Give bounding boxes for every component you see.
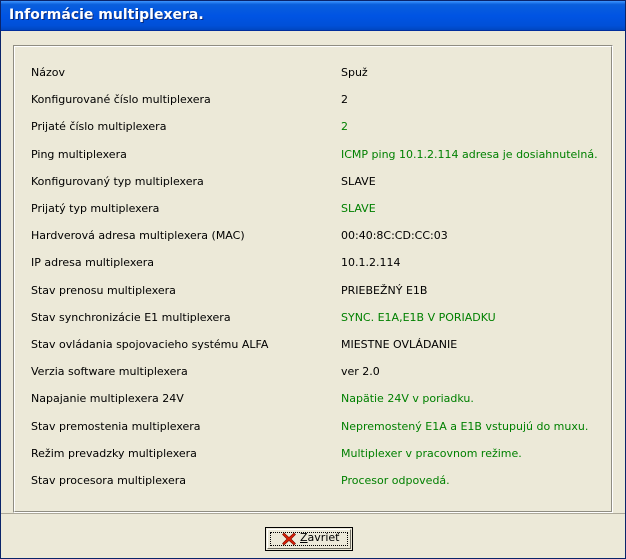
- info-row-label: Prijaté číslo multiplexera: [31, 120, 167, 134]
- info-row-value: Procesor odpovedá.: [341, 474, 450, 487]
- info-row: Ping multiplexera ICMP ping 10.1.2.114 ad…: [31, 145, 611, 165]
- info-row-value: SLAVE: [341, 174, 376, 188]
- info-row-label: Stav procesora multiplexera: [31, 474, 186, 487]
- info-row-value: 00:40:8C:CD:CC:03: [341, 229, 448, 243]
- info-row-value: Spuž: [341, 66, 368, 79]
- info-row-value: MIESTNE OVLÁDANIE: [341, 338, 458, 351]
- close-button-label: Zavrieť: [300, 531, 340, 544]
- info-row-value: SLAVE: [341, 202, 376, 215]
- info-row-value: 2: [341, 120, 348, 134]
- info-row-value: Nepremostený E1A a E1B vstupujú do muxu.: [341, 419, 589, 433]
- info-row-value: Napätie 24V v poriadku.: [341, 392, 474, 406]
- info-row-label: Stav synchronizácie E1 multiplexera: [31, 310, 231, 324]
- close-button[interactable]: Zavrieť: [265, 527, 353, 551]
- info-row: Režim prevadzky multiplexera Multiplexer …: [31, 444, 611, 464]
- info-row-label: Stav ovládania spojovacieho systému ALFA: [31, 338, 269, 351]
- info-row-label: Režim prevadzky multiplexera: [31, 446, 197, 460]
- info-row-value: ver 2.0: [341, 365, 380, 379]
- footer-divider: [1, 513, 625, 514]
- info-row-label: Konfigurované číslo multiplexera: [31, 93, 211, 107]
- info-row-label: Stav prenosu multiplexera: [31, 283, 176, 297]
- info-panel: [13, 45, 613, 513]
- info-row: Názov Spuž: [31, 63, 611, 83]
- red-x-icon: [282, 532, 296, 546]
- info-row: Konfigurované číslo multiplexera 2: [31, 90, 611, 110]
- info-row: Prijatý typ multiplexera SLAVE: [31, 199, 611, 219]
- info-row-label: Názov: [31, 66, 65, 79]
- info-row-label: Verzia software multiplexera: [31, 365, 188, 379]
- window-title: Informácie multiplexera.: [9, 7, 204, 23]
- info-row-value: 2: [341, 93, 348, 107]
- info-row-label: IP adresa multiplexera: [31, 256, 155, 270]
- info-row-label: Konfigurovaný typ multiplexera: [31, 174, 204, 188]
- info-row-value: SYNC. E1A,E1B V PORIADKU: [341, 310, 496, 324]
- info-row: Stav procesora multiplexera Procesor odpo…: [31, 471, 611, 491]
- info-row-value: ICMP ping 10.1.2.114 adresa je dosiahnut…: [341, 147, 598, 161]
- info-row: Hardverová adresa multiplexera (MAC) 00:4…: [31, 226, 611, 246]
- info-row: Stav prenosu multiplexera PRIEBEŽNÝ E1B: [31, 281, 611, 301]
- info-row: Stav ovládania spojovacieho systému ALFA…: [31, 335, 611, 355]
- info-row: Verzia software multiplexera ver 2.0: [31, 362, 611, 382]
- info-row: Stav premostenia multiplexera Nepremosten…: [31, 417, 611, 437]
- info-row-label: Napajanie multiplexera 24V: [31, 392, 184, 406]
- info-row-label: Prijatý typ multiplexera: [31, 202, 160, 215]
- title-bar[interactable]: Informácie multiplexera.: [1, 1, 625, 31]
- info-row-value: PRIEBEŽNÝ E1B: [341, 283, 428, 297]
- info-row-label: Hardverová adresa multiplexera (MAC): [31, 229, 245, 243]
- info-row: Stav synchronizácie E1 multiplexera SYNC.…: [31, 308, 611, 328]
- info-row-label: Ping multiplexera: [31, 147, 127, 161]
- dialog-window: Informácie multiplexera. Názov Spuž Konfig…: [0, 0, 626, 559]
- info-row: Napajanie multiplexera 24V Napätie 24V v …: [31, 389, 611, 409]
- info-row: IP adresa multiplexera 10.1.2.114: [31, 253, 611, 273]
- info-row-value: 10.1.2.114: [341, 256, 401, 270]
- info-row-value: Multiplexer v pracovnom režime.: [341, 446, 522, 460]
- info-row-label: Stav premostenia multiplexera: [31, 419, 201, 433]
- info-row: Prijaté číslo multiplexera 2: [31, 117, 611, 137]
- info-row: Konfigurovaný typ multiplexera SLAVE: [31, 172, 611, 192]
